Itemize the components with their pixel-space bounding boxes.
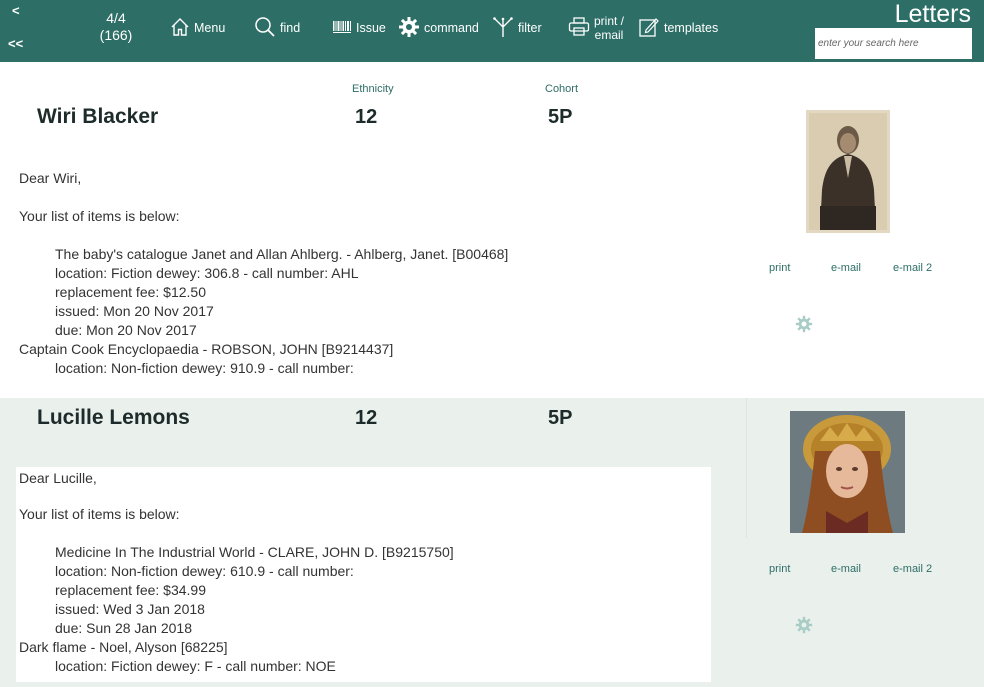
ethnicity-label: Ethnicity bbox=[352, 83, 394, 95]
print-email-label: print / email bbox=[594, 14, 624, 42]
divider bbox=[746, 398, 747, 538]
cohort-value: 5P bbox=[548, 106, 573, 128]
letter-line: issued: Wed 3 Jan 2018 bbox=[55, 601, 205, 617]
letter-line: due: Mon 20 Nov 2017 bbox=[55, 322, 197, 338]
email-2-link[interactable]: e-mail 2 bbox=[893, 262, 932, 274]
student-record: Lucille Lemons 12 5P Dear Lucille, Your … bbox=[0, 398, 984, 687]
cohort-value: 5P bbox=[548, 407, 573, 429]
print-email-label-line2: email bbox=[594, 28, 624, 42]
print-link[interactable]: print bbox=[769, 563, 790, 575]
command-label: command bbox=[424, 21, 479, 35]
find-label: find bbox=[280, 21, 301, 35]
issue-button[interactable]: Issue bbox=[332, 14, 386, 42]
letter-body: Dear Lucille, Your list of items is belo… bbox=[16, 467, 711, 682]
gear-icon[interactable] bbox=[795, 616, 813, 639]
barcode-icon bbox=[332, 19, 352, 38]
letter-line: The baby's catalogue Janet and Allan Ahl… bbox=[55, 246, 509, 262]
cohort-label: Cohort bbox=[545, 83, 579, 95]
student-photo bbox=[790, 411, 905, 533]
find-button[interactable]: find bbox=[254, 14, 300, 42]
letter-line: replacement fee: $12.50 bbox=[55, 284, 206, 300]
home-icon bbox=[170, 17, 190, 40]
letter-body: Dear Wiri, Your list of items is below: … bbox=[16, 169, 716, 378]
record-total: (166) bbox=[99, 27, 133, 43]
templates-label: templates bbox=[664, 21, 719, 35]
menu-button[interactable]: Menu bbox=[170, 14, 225, 42]
letter-intro: Your list of items is below: bbox=[19, 506, 180, 522]
search-input[interactable] bbox=[815, 28, 972, 59]
gear-icon[interactable] bbox=[795, 315, 813, 338]
letter-line: location: Non-fiction dewey: 910.9 - cal… bbox=[55, 360, 354, 376]
app-title: Letters bbox=[894, 0, 971, 28]
letter-line: Medicine In The Industrial World - CLARE… bbox=[55, 544, 454, 560]
menu-label: Menu bbox=[194, 21, 226, 35]
student-name: Wiri Blacker bbox=[37, 105, 159, 128]
letter-line: due: Sun 28 Jan 2018 bbox=[55, 620, 193, 636]
search-icon bbox=[254, 16, 276, 41]
email-link[interactable]: e-mail bbox=[831, 563, 861, 575]
letter-line: issued: Mon 20 Nov 2017 bbox=[55, 303, 214, 319]
email-2-link[interactable]: e-mail 2 bbox=[893, 563, 932, 575]
record-counter: 4/4 (166) bbox=[96, 10, 136, 44]
command-button[interactable]: command bbox=[398, 14, 479, 42]
letter-line: location: Fiction dewey: 306.8 - call nu… bbox=[55, 265, 359, 281]
previous-record-button[interactable]: < bbox=[12, 3, 20, 18]
first-record-button[interactable]: << bbox=[8, 36, 23, 51]
templates-button[interactable]: templates bbox=[638, 14, 718, 42]
letter-line: Dark flame - Noel, Alyson [68225] bbox=[19, 639, 228, 655]
edit-icon bbox=[638, 16, 660, 41]
letter-intro: Your list of items is below: bbox=[19, 208, 180, 224]
toolbar: < << 4/4 (166) Menu find Issue command f… bbox=[0, 0, 984, 62]
issue-label: Issue bbox=[356, 21, 386, 35]
print-email-label-line1: print / bbox=[594, 14, 625, 28]
letter-line: location: Fiction dewey: F - call number… bbox=[55, 658, 336, 674]
letter-line: replacement fee: $34.99 bbox=[55, 582, 206, 598]
printer-icon bbox=[568, 16, 590, 40]
student-record: Ethnicity Cohort Wiri Blacker 12 5P Dear… bbox=[0, 62, 984, 398]
letter-greeting: Dear Wiri, bbox=[19, 170, 82, 186]
print-email-button[interactable]: print / email bbox=[568, 14, 624, 42]
filter-label: filter bbox=[518, 21, 542, 35]
filter-icon bbox=[492, 16, 514, 41]
letter-line: location: Non-fiction dewey: 610.9 - cal… bbox=[55, 563, 354, 579]
email-link[interactable]: e-mail bbox=[831, 262, 861, 274]
record-position: 4/4 bbox=[106, 10, 126, 26]
student-name: Lucille Lemons bbox=[37, 406, 190, 429]
filter-button[interactable]: filter bbox=[492, 14, 542, 42]
letter-greeting: Dear Lucille, bbox=[19, 470, 97, 486]
gear-icon bbox=[398, 16, 420, 41]
letter-line: Captain Cook Encyclopaedia - ROBSON, JOH… bbox=[19, 341, 394, 357]
ethnicity-value: 12 bbox=[355, 106, 378, 128]
student-photo bbox=[806, 110, 890, 233]
ethnicity-value: 12 bbox=[355, 407, 378, 429]
print-link[interactable]: print bbox=[769, 262, 790, 274]
